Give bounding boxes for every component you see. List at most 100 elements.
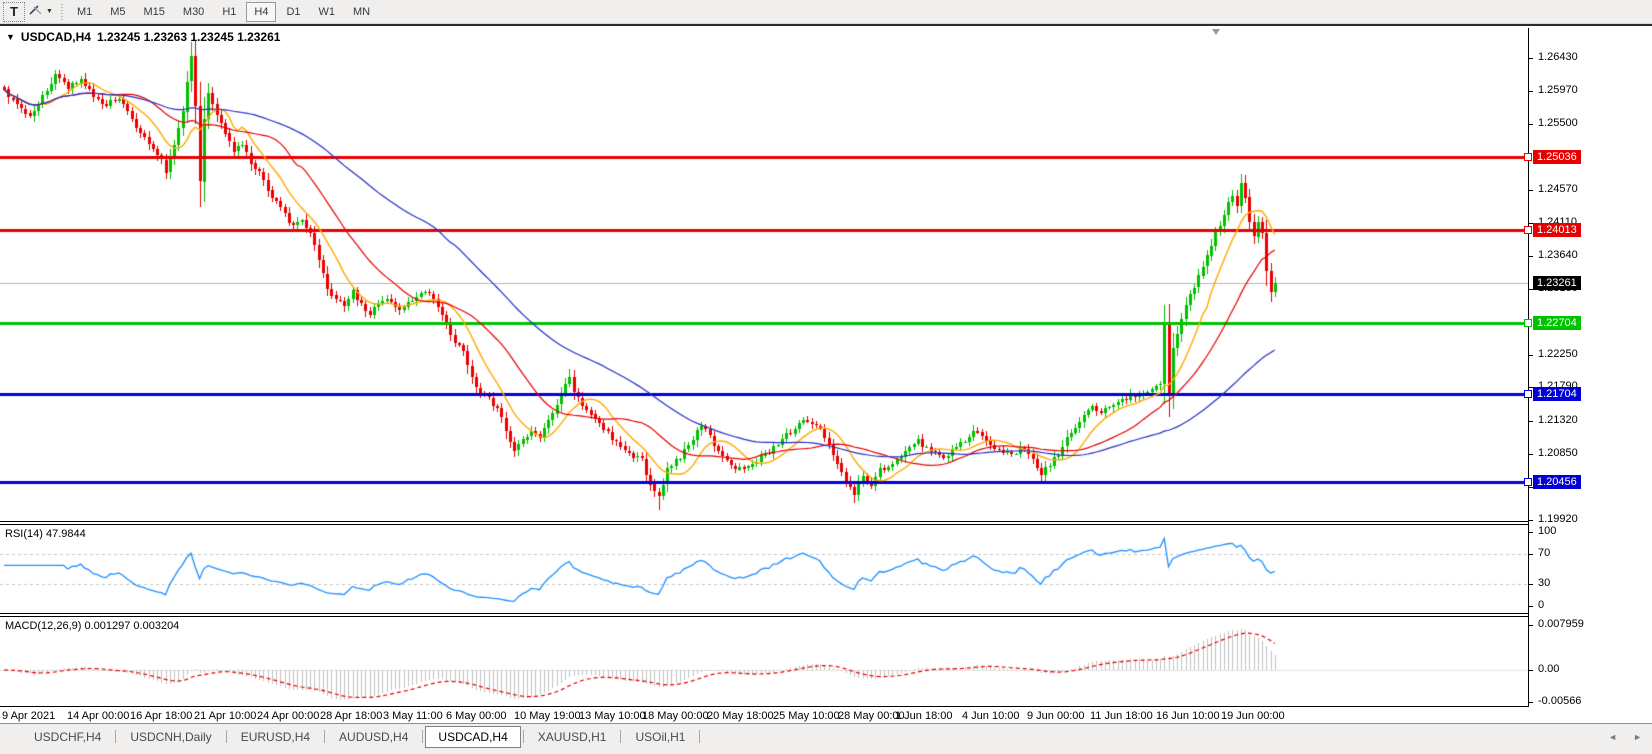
- time-axis-label: 6 May 00:00: [446, 710, 507, 722]
- time-axis-label: 16 Apr 18:00: [130, 710, 192, 722]
- price-badge-support-line: 1.22704: [1533, 316, 1581, 330]
- chart-tabs: USDCHF,H4USDCNH,DailyEURUSD,H4AUDUSD,H4U…: [22, 726, 702, 747]
- rsi-tick-label: 100: [1538, 525, 1556, 537]
- price-tick-mark: [1529, 454, 1533, 455]
- price-badge-support-line: 1.20456: [1533, 475, 1581, 489]
- tab-eurusd-h4[interactable]: EURUSD,H4: [229, 727, 322, 747]
- rsi-indicator-canvas[interactable]: [0, 525, 1528, 613]
- price-tick-mark: [1529, 520, 1533, 521]
- tab-scroll-left-icon[interactable]: ◄: [1608, 732, 1617, 742]
- price-tick-mark: [1529, 190, 1533, 191]
- line-axis-marker: [1524, 390, 1532, 398]
- rsi-label: RSI(14) 47.9844: [5, 528, 86, 540]
- rsi-tick-label: 0: [1538, 599, 1544, 611]
- price-tick-label: 1.25970: [1538, 84, 1578, 96]
- timeframe-button-mn[interactable]: MN: [345, 2, 378, 22]
- macd-tick-label: 0.007959: [1538, 618, 1584, 630]
- price-badge-support-line: 1.21704: [1533, 387, 1581, 401]
- price-tick-label: 1.19920: [1538, 513, 1578, 525]
- tab-xauusd-h1[interactable]: XAUUSD,H1: [526, 727, 619, 747]
- chart-shift-marker-icon[interactable]: [1212, 29, 1220, 35]
- price-axis: 1.264301.259701.255001.245701.241101.236…: [1528, 28, 1652, 707]
- price-tick-label: 1.23640: [1538, 249, 1578, 261]
- price-tick-mark: [1529, 58, 1533, 59]
- arrows-tool-button[interactable]: ▼: [28, 2, 53, 22]
- macd-tick-label: -0.00566: [1538, 695, 1581, 707]
- time-axis-label: 9 Apr 2021: [2, 710, 55, 722]
- arrows-tool-icon: [28, 3, 44, 20]
- panel-separator[interactable]: [0, 521, 1652, 525]
- time-axis-label: 19 Jun 00:00: [1221, 710, 1285, 722]
- toolbar-grip: [61, 4, 63, 20]
- time-axis-label: 1 Jun 18:00: [895, 710, 953, 722]
- text-tool-button[interactable]: T: [3, 2, 25, 22]
- price-tick-mark: [1529, 256, 1533, 257]
- time-axis-label: 24 Apr 00:00: [257, 710, 319, 722]
- price-badge-bid-price: 1.23261: [1533, 276, 1581, 290]
- time-axis-label: 11 Jun 18:00: [1090, 710, 1153, 722]
- tab-divider: [699, 730, 700, 743]
- time-axis-label: 25 May 10:00: [773, 710, 840, 722]
- macd-tick-mark: [1529, 702, 1533, 703]
- tab-scroll-right-icon[interactable]: ►: [1633, 732, 1642, 742]
- chart-tab-bar: USDCHF,H4USDCNH,DailyEURUSD,H4AUDUSD,H4U…: [0, 723, 1652, 754]
- timeframe-button-group: M1M5M15M30H1H4D1W1MN: [69, 2, 380, 22]
- macd-label: MACD(12,26,9) 0.001297 0.003204: [5, 620, 179, 632]
- tab-divider: [422, 730, 423, 743]
- tab-usdchf-h4[interactable]: USDCHF,H4: [22, 727, 113, 747]
- time-axis-label: 9 Jun 00:00: [1027, 710, 1085, 722]
- timeframe-button-m1[interactable]: M1: [69, 2, 100, 22]
- price-tick-mark: [1529, 91, 1533, 92]
- panel-separator[interactable]: [0, 613, 1652, 617]
- toolbar: T ▼ M1M5M15M30H1H4D1W1MN: [0, 0, 1652, 24]
- time-axis-label: 16 Jun 10:00: [1156, 710, 1220, 722]
- timeframe-button-m30[interactable]: M30: [175, 2, 212, 22]
- tab-divider: [324, 730, 325, 743]
- tab-divider: [226, 730, 227, 743]
- rsi-tick-mark: [1529, 606, 1533, 607]
- chart-dropdown-icon[interactable]: ▼: [6, 32, 15, 42]
- macd-tick-mark: [1529, 670, 1533, 671]
- line-axis-marker: [1524, 478, 1532, 486]
- time-axis-label: 3 May 11:00: [383, 710, 443, 722]
- price-tick-mark: [1529, 421, 1533, 422]
- rsi-tick-label: 70: [1538, 547, 1550, 559]
- timeframe-button-m5[interactable]: M5: [102, 2, 133, 22]
- time-axis-label: 20 May 18:00: [707, 710, 774, 722]
- timeframe-button-w1[interactable]: W1: [311, 2, 344, 22]
- time-axis-label: 4 Jun 10:00: [962, 710, 1020, 722]
- rsi-tick-mark: [1529, 554, 1533, 555]
- macd-indicator-canvas[interactable]: [0, 617, 1528, 706]
- price-tick-mark: [1529, 124, 1533, 125]
- tab-divider: [115, 730, 116, 743]
- timeframe-button-h1[interactable]: H1: [214, 2, 244, 22]
- price-tick-mark: [1529, 355, 1533, 356]
- price-tick-label: 1.24570: [1538, 183, 1578, 195]
- tab-scroll-controls: ◄ ►: [1608, 732, 1642, 742]
- timeframe-button-m15[interactable]: M15: [136, 2, 173, 22]
- line-axis-marker: [1524, 226, 1532, 234]
- tab-audusd-h4[interactable]: AUDUSD,H4: [327, 727, 420, 747]
- price-tick-label: 1.21320: [1538, 414, 1578, 426]
- timeframe-button-d1[interactable]: D1: [278, 2, 308, 22]
- price-tick-label: 1.26430: [1538, 51, 1578, 63]
- mt4-terminal: T ▼ M1M5M15M30H1H4D1W1MN ▼ USDCAD,H4: [0, 0, 1652, 754]
- price-tick-label: 1.22250: [1538, 348, 1578, 360]
- chart-window: ▼ USDCAD,H4 1.23245 1.23263 1.23245 1.23…: [0, 24, 1652, 723]
- tab-usdcad-h4[interactable]: USDCAD,H4: [425, 726, 520, 748]
- time-axis-label: 28 Apr 18:00: [320, 710, 382, 722]
- timeframe-button-h4[interactable]: H4: [246, 2, 276, 22]
- price-chart-canvas[interactable]: [0, 28, 1528, 521]
- line-axis-marker: [1524, 153, 1532, 161]
- price-badge-resistance-line: 1.25036: [1533, 150, 1581, 164]
- time-axis-label: 14 Apr 00:00: [67, 710, 129, 722]
- tab-usdcnh-daily[interactable]: USDCNH,Daily: [118, 727, 223, 747]
- chart-ohlc-values: 1.23245 1.23263 1.23245 1.23261: [97, 30, 281, 44]
- rsi-tick-mark: [1529, 584, 1533, 585]
- rsi-tick-label: 30: [1538, 577, 1550, 589]
- price-tick-label: 1.25500: [1538, 117, 1578, 129]
- tab-usoil-h1[interactable]: USOil,H1: [623, 727, 697, 747]
- chart-symbol-label: USDCAD,H4: [21, 30, 91, 44]
- time-axis-label: 18 May 00:00: [642, 710, 709, 722]
- line-axis-marker: [1524, 319, 1532, 327]
